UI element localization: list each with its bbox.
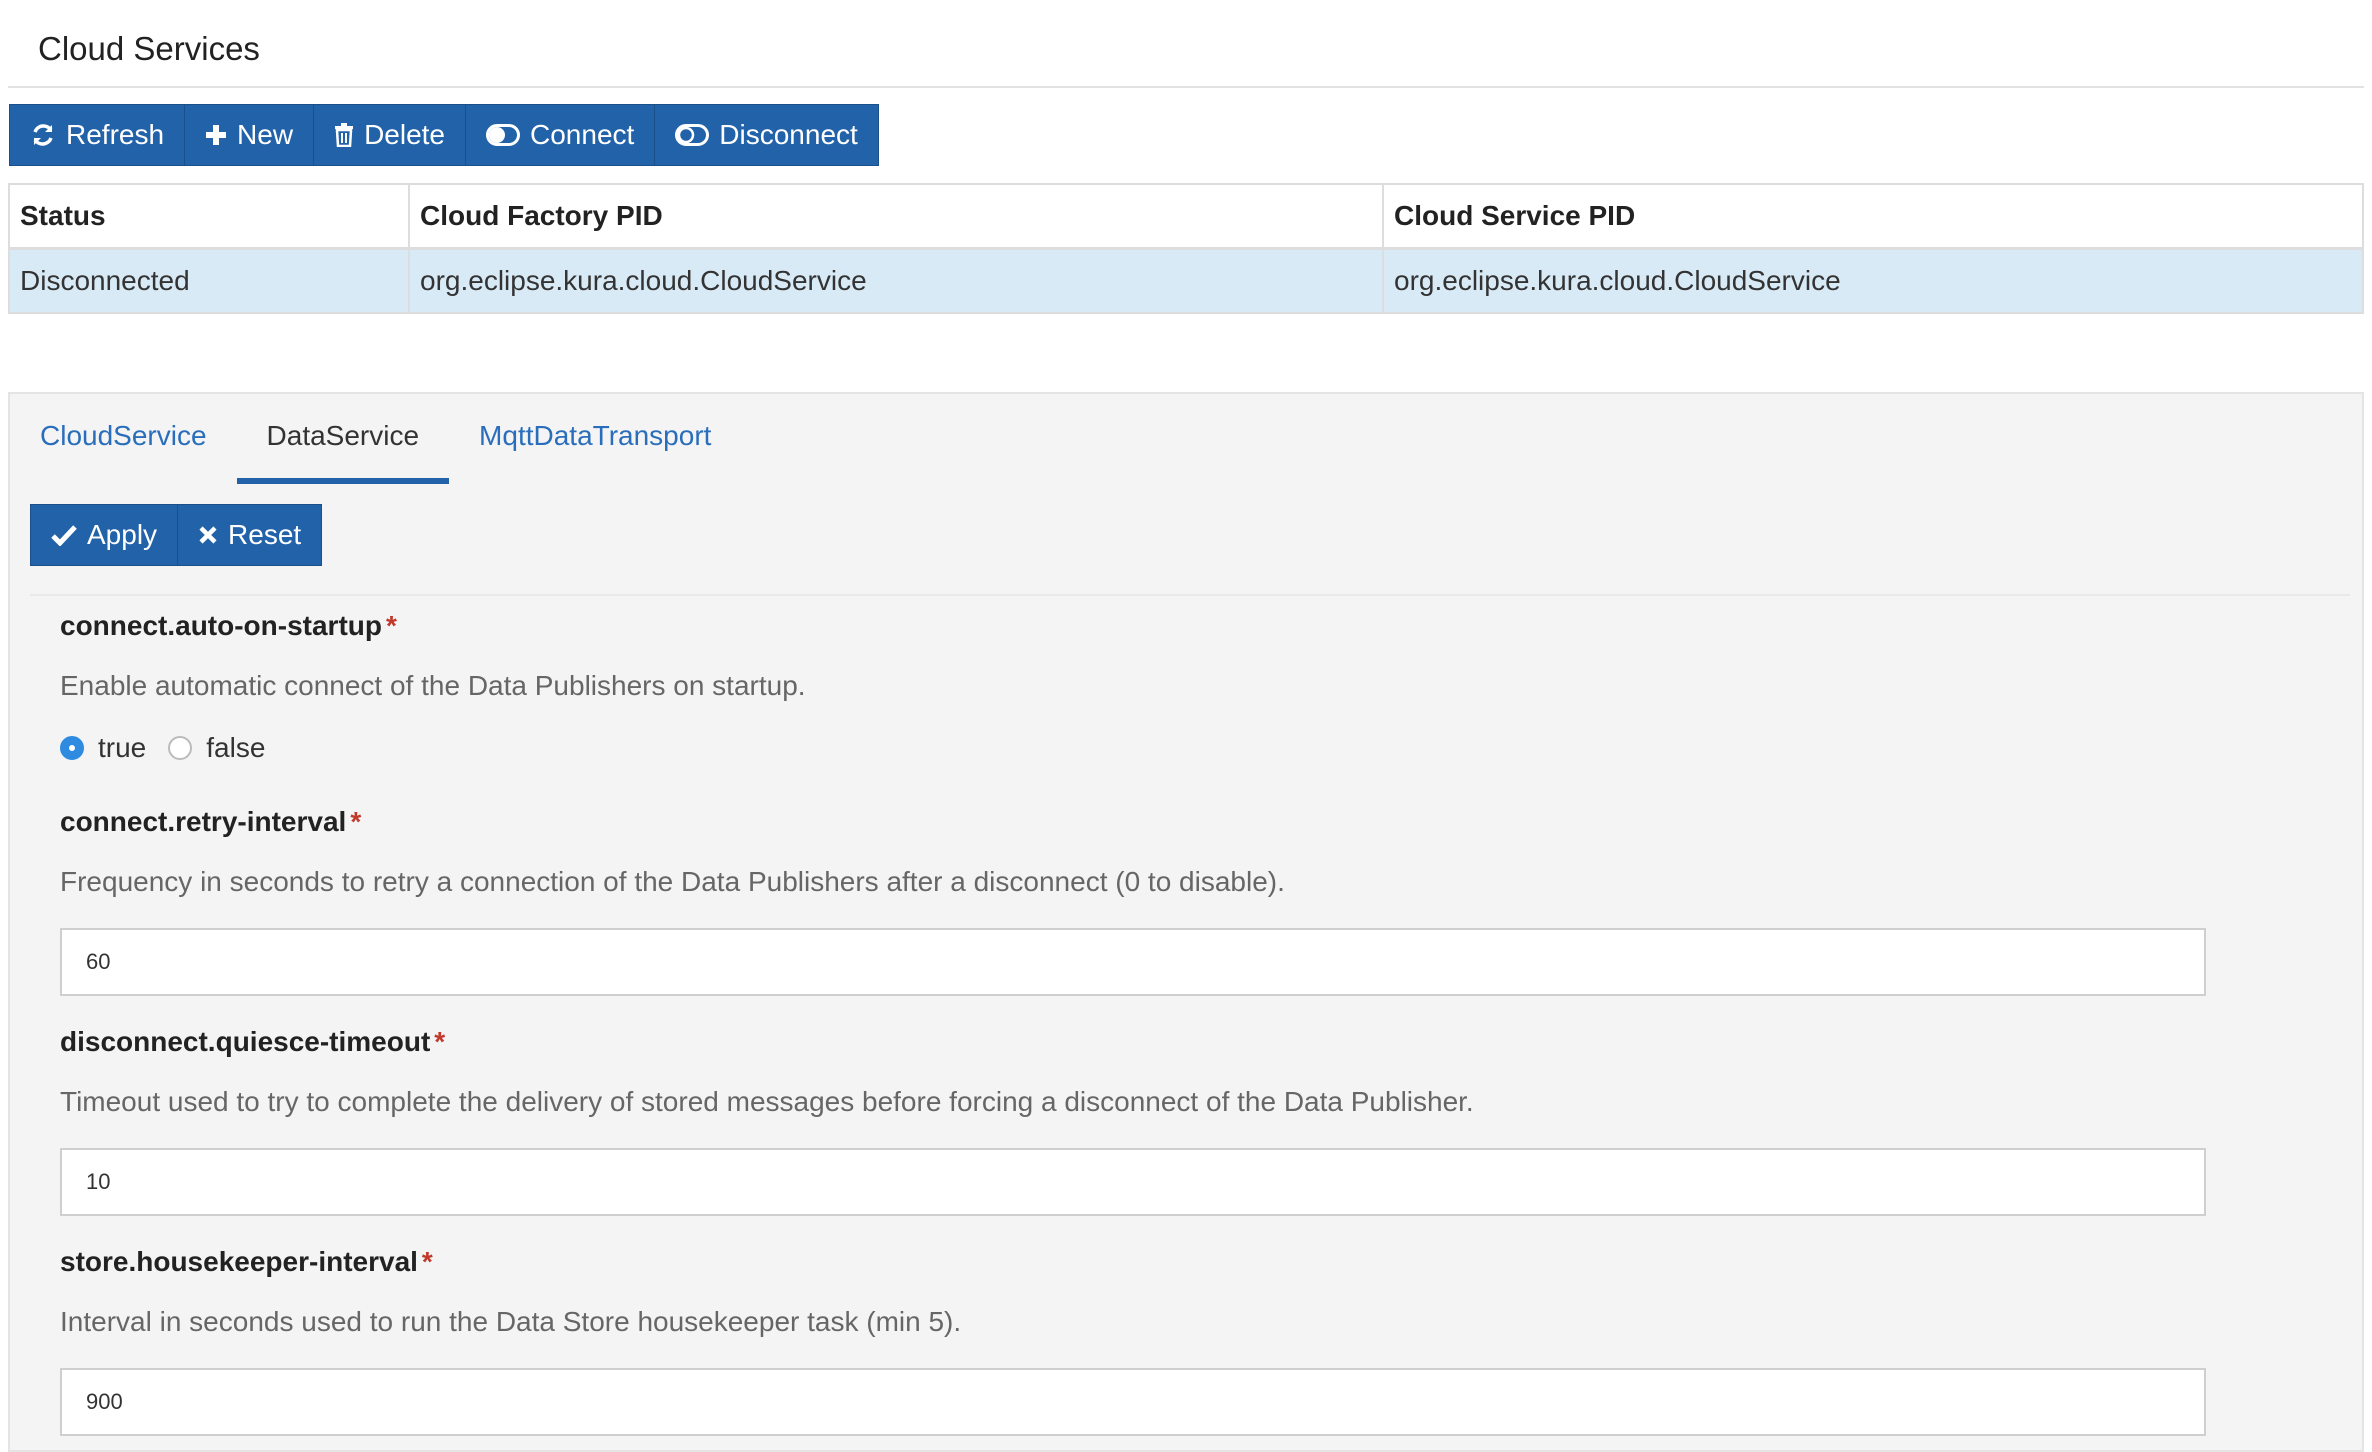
reset-label: Reset <box>228 519 302 550</box>
refresh-label: Refresh <box>66 119 165 150</box>
housekeeper-interval-input[interactable] <box>60 1368 2206 1436</box>
property-label-auto-startup: connect.auto-on-startup * <box>60 610 397 642</box>
check-icon <box>51 524 77 546</box>
property-label-housekeeper-interval: store.housekeeper-interval * <box>60 1246 433 1278</box>
toolbar: Refresh New Delete Connect Disconnect <box>9 104 879 166</box>
property-name: store.housekeeper-interval <box>60 1246 418 1277</box>
new-label: New <box>237 119 294 150</box>
refresh-button[interactable]: Refresh <box>9 104 186 166</box>
disconnect-label: Disconnect <box>719 119 858 150</box>
toggle-on-icon <box>486 124 520 146</box>
radio-false[interactable] <box>168 736 193 760</box>
configuration-panel: CloudService DataService MqttDataTranspo… <box>8 392 2364 1452</box>
delete-button[interactable]: Delete <box>313 104 466 166</box>
actions-divider <box>30 594 2350 596</box>
delete-label: Delete <box>364 119 445 150</box>
retry-interval-input[interactable] <box>60 928 2206 996</box>
required-marker: * <box>386 610 397 641</box>
property-name: connect.auto-on-startup <box>60 610 382 641</box>
property-name: disconnect.quiesce-timeout <box>60 1026 431 1057</box>
new-button[interactable]: New <box>184 104 315 166</box>
table-header-row: Status Cloud Factory PID Cloud Service P… <box>8 183 2364 250</box>
property-description: Interval in seconds used to run the Data… <box>60 1306 962 1337</box>
required-marker: * <box>421 1246 433 1277</box>
column-header-service-pid[interactable]: Cloud Service PID <box>1382 183 2364 250</box>
status-cell: Disconnected <box>8 247 410 314</box>
apply-label: Apply <box>87 519 158 550</box>
tab-mqttdatatransport[interactable]: MqttDataTransport <box>449 394 741 478</box>
refresh-icon <box>30 122 56 148</box>
config-tabs: CloudService DataService MqttDataTranspo… <box>10 394 741 484</box>
column-header-factory-pid[interactable]: Cloud Factory PID <box>408 183 1384 250</box>
service-pid-cell: org.eclipse.kura.cloud.CloudService <box>1382 247 2364 314</box>
page-title: Cloud Services <box>38 30 260 67</box>
required-marker: * <box>350 806 362 837</box>
disconnect-button[interactable]: Disconnect <box>654 104 879 166</box>
trash-icon <box>334 123 354 147</box>
property-label-retry-interval: connect.retry-interval * <box>60 806 361 838</box>
factory-pid-cell: org.eclipse.kura.cloud.CloudService <box>408 247 1384 314</box>
toggle-off-icon <box>675 124 710 146</box>
connect-label: Connect <box>530 119 635 150</box>
property-description: Enable automatic connect of the Data Pub… <box>60 670 806 701</box>
table-row[interactable]: Disconnected org.eclipse.kura.cloud.Clou… <box>8 247 2364 314</box>
radio-false-label[interactable]: false <box>206 732 265 764</box>
quiesce-timeout-input[interactable] <box>60 1148 2206 1216</box>
title-divider <box>8 86 2364 88</box>
property-description: Timeout used to try to complete the deli… <box>60 1086 1474 1117</box>
required-marker: * <box>434 1026 446 1057</box>
tab-dataservice[interactable]: DataService <box>236 394 450 484</box>
property-description: Frequency in seconds to retry a connecti… <box>60 866 1285 897</box>
property-label-quiesce-timeout: disconnect.quiesce-timeout * <box>60 1026 445 1058</box>
radio-true[interactable] <box>60 736 84 760</box>
column-header-status[interactable]: Status <box>8 183 410 250</box>
cloud-services-table: Status Cloud Factory PID Cloud Service P… <box>8 183 2364 314</box>
property-name: connect.retry-interval <box>60 806 347 837</box>
close-icon <box>198 525 218 545</box>
apply-button[interactable]: Apply <box>30 504 179 566</box>
connect-button[interactable]: Connect <box>465 104 656 166</box>
tab-cloudservice[interactable]: CloudService <box>10 394 237 478</box>
reset-button[interactable]: Reset <box>177 504 323 566</box>
form-actions: Apply Reset <box>30 504 323 566</box>
radio-true-label[interactable]: true <box>98 732 146 764</box>
auto-startup-radio-group: true false <box>60 732 287 764</box>
plus-icon <box>205 124 227 146</box>
